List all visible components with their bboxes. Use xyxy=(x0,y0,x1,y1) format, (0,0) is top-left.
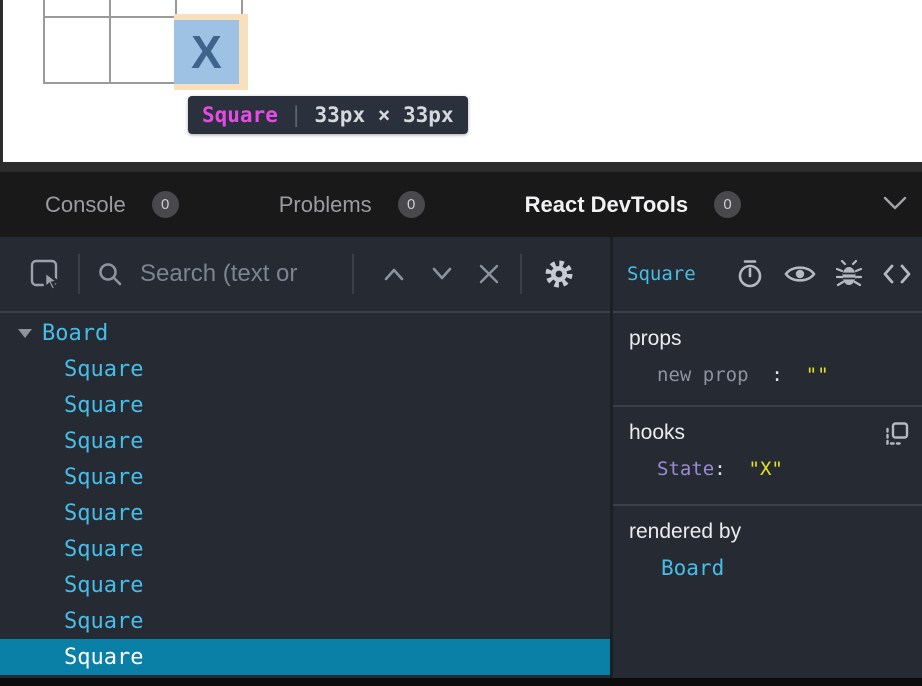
search-icon xyxy=(96,260,124,288)
tooltip-dimensions: 33px × 33px xyxy=(315,103,454,127)
tree-item-label: Square xyxy=(64,537,143,562)
tab-console[interactable]: Console 0 xyxy=(45,191,179,218)
rendered-by-board-link[interactable]: Board xyxy=(629,556,908,580)
screenshot-root: X Square | 33px × 33px Console 0 Problem… xyxy=(0,0,922,686)
tab-react-devtools[interactable]: React DevTools 0 xyxy=(525,191,741,218)
tree-item-label: Square xyxy=(64,465,143,490)
tab-react-devtools-label: React DevTools xyxy=(525,192,688,218)
tab-console-label: Console xyxy=(45,192,126,218)
inspect-eye-icon[interactable] xyxy=(784,262,816,286)
settings-gear-icon[interactable] xyxy=(542,257,576,291)
profiler-stopwatch-icon[interactable] xyxy=(736,259,764,289)
selected-component-name: Square xyxy=(627,263,696,285)
bottom-edge-bar xyxy=(0,678,922,686)
react-devtools-count-badge: 0 xyxy=(714,191,741,218)
inspect-tooltip: Square | 33px × 33px xyxy=(188,96,468,134)
hook-state-label: State xyxy=(657,458,714,480)
new-prop-input[interactable]: new prop xyxy=(657,364,749,386)
inspected-square-cell[interactable]: X xyxy=(174,20,239,84)
tree-item-square[interactable]: Square xyxy=(0,387,610,423)
tree-item-square[interactable]: Square xyxy=(0,495,610,531)
props-colon: : xyxy=(771,364,782,386)
console-count-badge: 0 xyxy=(152,191,179,218)
collapse-caret-icon[interactable] xyxy=(18,329,32,338)
tree-item-square[interactable]: Square xyxy=(0,423,610,459)
tab-problems[interactable]: Problems 0 xyxy=(279,191,425,218)
parse-hook-names-icon[interactable] xyxy=(884,421,910,447)
props-section-title: props xyxy=(629,327,908,351)
previous-match-icon[interactable] xyxy=(382,266,406,282)
tree-item-square[interactable]: Square xyxy=(0,351,610,387)
tree-item-label: Square xyxy=(64,429,143,454)
tree-item-square[interactable]: Square xyxy=(0,603,610,639)
tree-item-label: Square xyxy=(64,573,143,598)
toolbar-divider xyxy=(352,254,354,294)
hook-state-value[interactable]: "X" xyxy=(749,458,783,480)
hooks-section: hooks State: "X" xyxy=(613,407,922,506)
tooltip-separator: | xyxy=(290,103,303,127)
debug-bug-icon[interactable] xyxy=(836,260,862,288)
drawer-tabbar: Console 0 Problems 0 React DevTools 0 xyxy=(0,172,922,237)
tree-item-label: Square xyxy=(64,393,143,418)
square-mark: X xyxy=(191,29,222,75)
chevron-down-icon[interactable] xyxy=(882,194,908,212)
react-devtools-panel: Board Square Square Square Square Square… xyxy=(0,237,922,678)
hooks-colon: : xyxy=(714,458,725,480)
tooltip-component-name: Square xyxy=(202,103,278,127)
tree-item-label: Square xyxy=(64,645,143,670)
inspector-header: Square xyxy=(613,237,922,313)
inspector-panel: Square xyxy=(613,237,922,678)
search-input[interactable] xyxy=(140,260,348,288)
toolbar-divider xyxy=(520,254,522,294)
tree-item-square[interactable]: Square xyxy=(0,567,610,603)
tree-item-square-selected[interactable]: Square xyxy=(0,639,610,675)
clear-search-icon[interactable] xyxy=(478,263,500,285)
tree-item-square[interactable]: Square xyxy=(0,531,610,567)
component-tree: Board Square Square Square Square Square… xyxy=(0,313,610,675)
drawer-splitter[interactable] xyxy=(0,162,922,172)
hooks-section-title: hooks xyxy=(629,421,908,445)
components-tree-panel: Board Square Square Square Square Square… xyxy=(0,237,610,678)
tree-toolbar xyxy=(0,237,610,313)
props-section: props new prop : "" xyxy=(613,313,922,407)
view-source-icon[interactable] xyxy=(882,262,912,286)
browser-viewport: X Square | 33px × 33px xyxy=(0,0,922,162)
tree-item-label: Square xyxy=(64,357,143,382)
tree-item-square[interactable]: Square xyxy=(0,459,610,495)
rendered-by-title: rendered by xyxy=(629,520,908,544)
tree-item-label: Square xyxy=(64,501,143,526)
tree-item-label: Square xyxy=(64,609,143,634)
toolbar-divider xyxy=(78,254,80,294)
problems-count-badge: 0 xyxy=(398,191,425,218)
prop-value[interactable]: "" xyxy=(806,364,829,386)
tree-item-label: Board xyxy=(42,321,108,346)
tab-problems-label: Problems xyxy=(279,192,372,218)
tree-item-board[interactable]: Board xyxy=(0,315,610,351)
next-match-icon[interactable] xyxy=(430,266,454,282)
inspect-element-icon[interactable] xyxy=(28,257,62,291)
rendered-by-section: rendered by Board xyxy=(613,506,922,676)
